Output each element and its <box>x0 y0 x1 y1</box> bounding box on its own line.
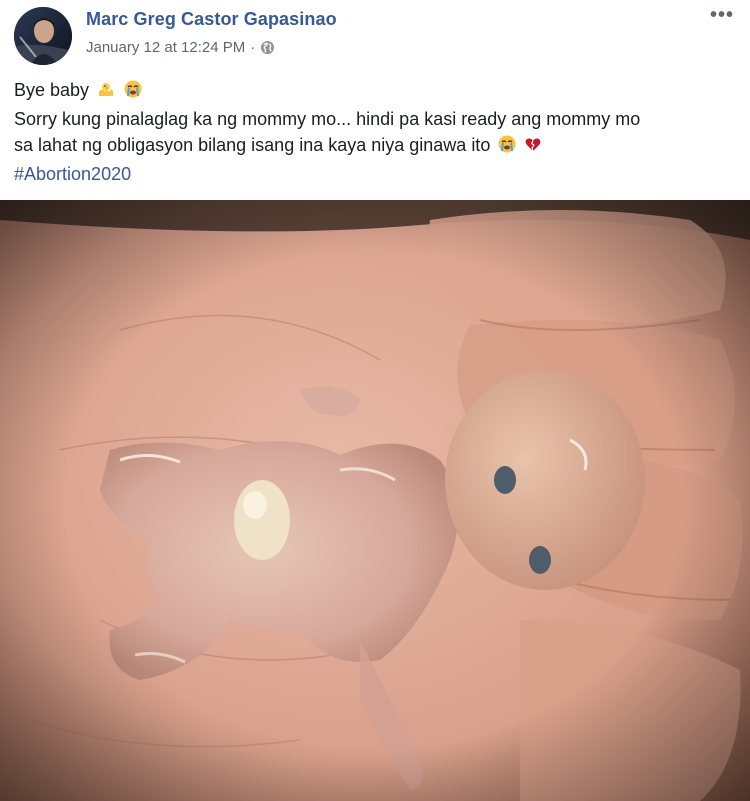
globe-icon[interactable] <box>260 40 275 55</box>
meta-separator: · <box>250 39 256 56</box>
more-options-icon[interactable]: ••• <box>710 5 734 25</box>
post-meta: January 12 at 12:24 PM · <box>86 39 275 56</box>
post-line-3: sa lahat ng obligasyon bilang isang ina … <box>14 135 491 155</box>
hashtag-link[interactable]: #Abortion2020 <box>14 164 131 184</box>
broken-heart-emoji <box>524 135 542 161</box>
post-line: Sorry kung pinalaglag ka ng mommy mo... … <box>14 106 739 132</box>
author-avatar[interactable] <box>14 7 72 65</box>
author-name[interactable]: Marc Greg Castor Gapasinao <box>86 9 337 30</box>
baby-chick-emoji <box>96 79 116 106</box>
post-line-2: Sorry kung pinalaglag ka ng mommy mo... … <box>14 109 641 129</box>
post-line: sa lahat ng obligasyon bilang isang ina … <box>14 132 739 161</box>
post-line: #Abortion2020 <box>14 161 739 187</box>
facebook-post: Marc Greg Castor Gapasinao January 12 at… <box>0 0 750 801</box>
post-timestamp[interactable]: January 12 at 12:24 PM <box>86 39 245 56</box>
post-photo-image <box>0 200 750 801</box>
loudly-crying-face-emoji <box>123 79 143 106</box>
loudly-crying-face-emoji <box>497 134 517 161</box>
avatar-photo <box>14 7 72 65</box>
post-text: Bye baby Sorry kung pinalaglag ka ng mom… <box>14 77 739 187</box>
post-line: Bye baby <box>14 77 739 106</box>
post-line-1: Bye baby <box>14 80 90 100</box>
post-photo[interactable] <box>0 200 750 801</box>
